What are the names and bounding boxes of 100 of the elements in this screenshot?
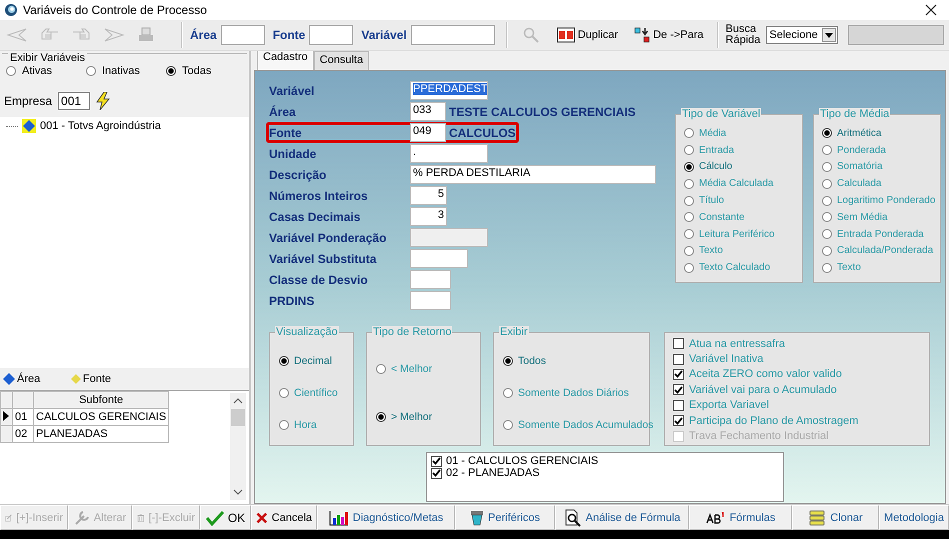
radio-option[interactable]: Calculada/Ponderada xyxy=(822,242,940,260)
input-field[interactable]: 5 xyxy=(410,186,447,205)
checkbox-option[interactable]: Atua na entressafra xyxy=(673,336,929,352)
radio-option[interactable]: Logaritimo Ponderado xyxy=(822,192,940,209)
field-label: Fonte xyxy=(269,126,303,140)
radio-option[interactable]: Cálculo xyxy=(684,158,802,176)
swap-arrow-icon xyxy=(634,27,650,43)
toolbar-button[interactable]: De ->Para xyxy=(628,23,710,47)
filter-label: Variável xyxy=(361,28,407,42)
action-button[interactable]: Cancela xyxy=(251,505,317,530)
radio-option[interactable]: Constante xyxy=(684,208,802,226)
field-label: Descrição xyxy=(269,168,328,182)
app-logo-icon xyxy=(4,3,18,17)
filter-field[interactable] xyxy=(309,25,354,45)
toolbar-button[interactable]: Duplicar xyxy=(550,23,624,47)
film-strip-icon xyxy=(556,27,575,43)
company-label: Empresa xyxy=(4,94,52,108)
field-label: Unidade xyxy=(269,146,318,160)
legend-label: Área xyxy=(17,373,40,385)
action-button[interactable]: Análise de Fórmula xyxy=(555,505,689,530)
lightning-icon[interactable] xyxy=(96,92,110,110)
row-indicator[interactable] xyxy=(0,408,12,426)
quick-search-label: Busca Rápida xyxy=(726,24,760,46)
input-field[interactable] xyxy=(410,270,451,289)
radio-option[interactable]: Texto Calculado xyxy=(684,259,802,276)
radio-option[interactable]: Sem Média xyxy=(822,208,940,226)
group-title: Exibir xyxy=(499,326,529,338)
radio-option[interactable]: Entrada Ponderada xyxy=(822,226,940,243)
field-description: TESTE CALCULOS GERENCIAIS xyxy=(449,104,636,118)
input-field[interactable]: % PERDA DESTILARIA xyxy=(410,165,656,184)
radio-option[interactable]: Texto xyxy=(684,242,802,260)
field-label: Variável xyxy=(269,84,316,98)
radio-option[interactable]: Título xyxy=(684,192,802,209)
radio-option[interactable]: > Melhor xyxy=(376,411,480,423)
radio-option[interactable]: Decimal xyxy=(279,355,353,367)
input-field[interactable] xyxy=(410,249,468,268)
input-field[interactable]: . xyxy=(410,144,488,163)
action-button[interactable]: Fórmulas xyxy=(689,505,792,530)
superscript-icon xyxy=(706,512,726,524)
forward-arrow-icon[interactable] xyxy=(103,27,125,43)
field-label: Classe de Desvio xyxy=(269,272,369,286)
back-arrow-icon[interactable] xyxy=(6,27,28,43)
search-icon[interactable] xyxy=(522,27,539,43)
checkbox-option[interactable]: Participa do Plano de Amostragem xyxy=(673,412,929,428)
radio-option[interactable]: Ativas xyxy=(6,65,86,77)
caret-icon xyxy=(825,32,834,38)
radio-option[interactable]: Todos xyxy=(503,355,649,367)
filter-field[interactable] xyxy=(220,25,265,45)
radio-option[interactable]: Inativas xyxy=(86,65,166,77)
tab[interactable]: Consulta xyxy=(314,51,370,70)
radio-option[interactable]: Leitura Periférico xyxy=(684,226,802,243)
checkbox-option[interactable]: Exporta Variavel xyxy=(673,398,929,413)
group-title: Tipo de Retorno xyxy=(372,326,452,338)
checkbox-option[interactable]: Variável Inativa xyxy=(673,351,929,367)
table-cell: 01 xyxy=(12,408,34,426)
check-icon xyxy=(674,416,683,425)
action-button[interactable]: Metodologia xyxy=(879,505,949,530)
radio-option[interactable]: Entrada xyxy=(684,142,802,159)
radio-option[interactable]: Somente Dados Diários xyxy=(503,387,649,399)
radio-option[interactable]: Média xyxy=(684,125,802,142)
pointing-hand-icon[interactable] xyxy=(41,28,59,42)
input-field[interactable]: 3 xyxy=(410,207,447,226)
group-title: Visualização xyxy=(275,326,339,338)
radio-option[interactable]: Calculada xyxy=(822,175,940,192)
checkbox-option[interactable]: 02 - PLANEJADAS xyxy=(431,467,779,479)
input-field[interactable]: 033 xyxy=(410,102,446,121)
wrench-icon xyxy=(74,510,90,526)
radio-option[interactable]: Hora xyxy=(279,419,353,431)
filter-label: Fonte xyxy=(272,28,306,42)
close-icon[interactable] xyxy=(925,4,937,16)
quick-search-dropdown[interactable]: Selecione xyxy=(766,26,838,44)
company-field[interactable]: 001 xyxy=(58,92,90,110)
group-title: Exibir Variáveis xyxy=(8,53,87,64)
printer-icon[interactable] xyxy=(138,27,154,43)
input-field[interactable]: 049 xyxy=(410,123,446,142)
input-field[interactable]: PPERDADEST xyxy=(410,81,488,100)
checkbox-option[interactable]: Aceita ZERO como valor valido xyxy=(673,366,929,382)
action-button[interactable]: Periféricos xyxy=(455,505,555,530)
tree-item[interactable]: 001 - Totvs Agroindústria xyxy=(40,120,161,132)
radio-option[interactable]: Aritmética xyxy=(822,125,940,142)
radio-option[interactable]: Ponderada xyxy=(822,142,940,159)
pointing-hand-icon[interactable] xyxy=(72,28,90,42)
radio-option[interactable]: < Melhor xyxy=(376,363,480,375)
action-button[interactable]: OK xyxy=(200,505,251,530)
action-button[interactable]: Clonar xyxy=(792,505,879,530)
filter-field[interactable] xyxy=(410,25,495,45)
radio-option[interactable]: Texto xyxy=(822,259,940,276)
input-field[interactable] xyxy=(410,291,451,310)
field-label: Variável Substituta xyxy=(269,252,378,266)
radio-option[interactable]: Científico xyxy=(279,387,353,399)
radio-option[interactable]: Somatória xyxy=(822,158,940,176)
bar-chart-icon xyxy=(328,510,349,526)
tab[interactable]: Cadastro xyxy=(257,51,314,70)
radio-option[interactable]: Todas xyxy=(166,65,212,77)
field-label: Variável Ponderação xyxy=(269,230,388,244)
action-button[interactable]: Diagnóstico/Metas xyxy=(317,505,455,530)
scrollbar[interactable] xyxy=(230,393,246,500)
checkbox-option[interactable]: 01 - CALCULOS GERENCIAIS xyxy=(431,455,779,467)
checkbox-option[interactable]: Variável vai para o Acumulado xyxy=(673,382,929,398)
radio-option[interactable]: Média Calculada xyxy=(684,175,802,192)
